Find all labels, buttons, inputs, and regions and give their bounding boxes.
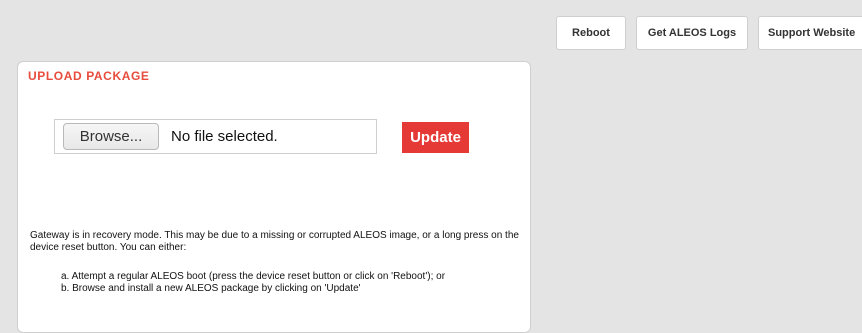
option-reboot: a. Attempt a regular ALEOS boot (press t… (61, 271, 446, 282)
upload-package-panel: UPLOAD PACKAGE Browse... No file selecte… (17, 61, 531, 333)
file-status-text: No file selected. (171, 128, 278, 145)
support-website-button[interactable]: Support Website (758, 16, 862, 50)
recovery-message: Gateway is in recovery mode. This may be… (30, 230, 519, 253)
panel-title: UPLOAD PACKAGE (28, 69, 150, 83)
get-aleos-logs-button[interactable]: Get ALEOS Logs (636, 16, 748, 50)
browse-button[interactable]: Browse... (63, 123, 159, 150)
update-button[interactable]: Update (402, 122, 469, 153)
reboot-button[interactable]: Reboot (556, 16, 626, 50)
file-input[interactable]: Browse... No file selected. (54, 119, 377, 154)
options-list: a. Attempt a regular ALEOS boot (press t… (61, 271, 511, 295)
option-update: b. Browse and install a new ALEOS packag… (61, 283, 361, 294)
